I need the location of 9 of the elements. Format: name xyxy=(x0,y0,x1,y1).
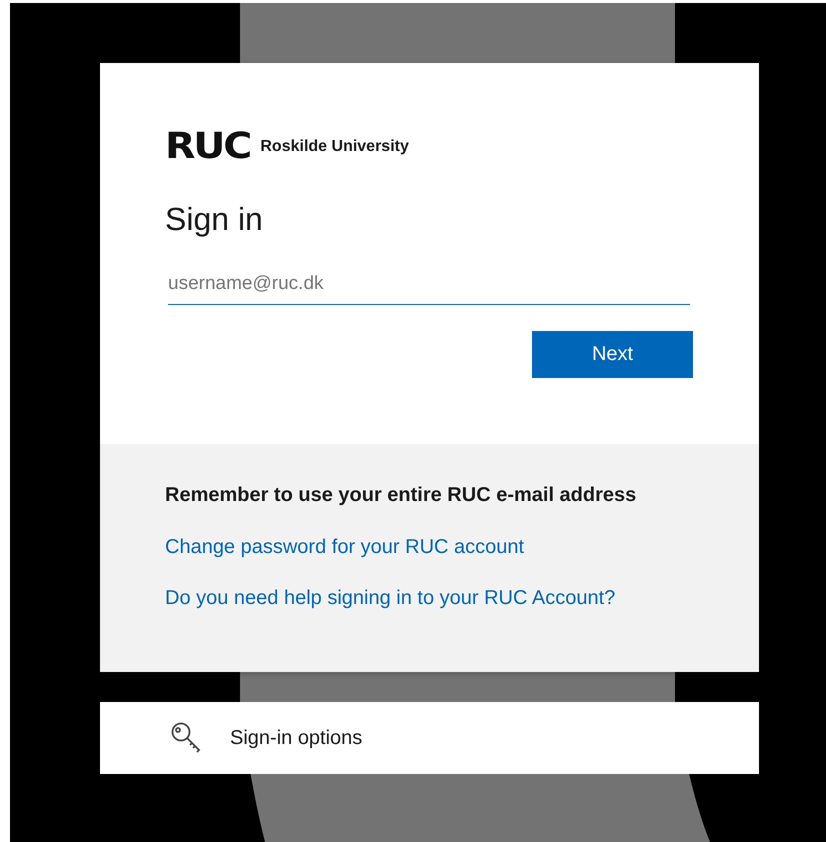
next-button[interactable]: Next xyxy=(532,331,693,378)
sign-in-options-button[interactable]: Sign-in options xyxy=(100,702,759,774)
help-link[interactable]: Do you need help signing in to your RUC Account? xyxy=(165,587,719,610)
username-field[interactable]: username@ruc.dk xyxy=(168,265,690,305)
info-note: Remember to use your entire RUC e-mail address xyxy=(165,484,638,507)
help-link[interactable]: Change password for your RUC account xyxy=(165,536,719,559)
university-name: Roskilde University xyxy=(260,138,409,156)
logo-mark: RUC xyxy=(165,129,250,165)
page-title: Sign in xyxy=(165,203,264,235)
